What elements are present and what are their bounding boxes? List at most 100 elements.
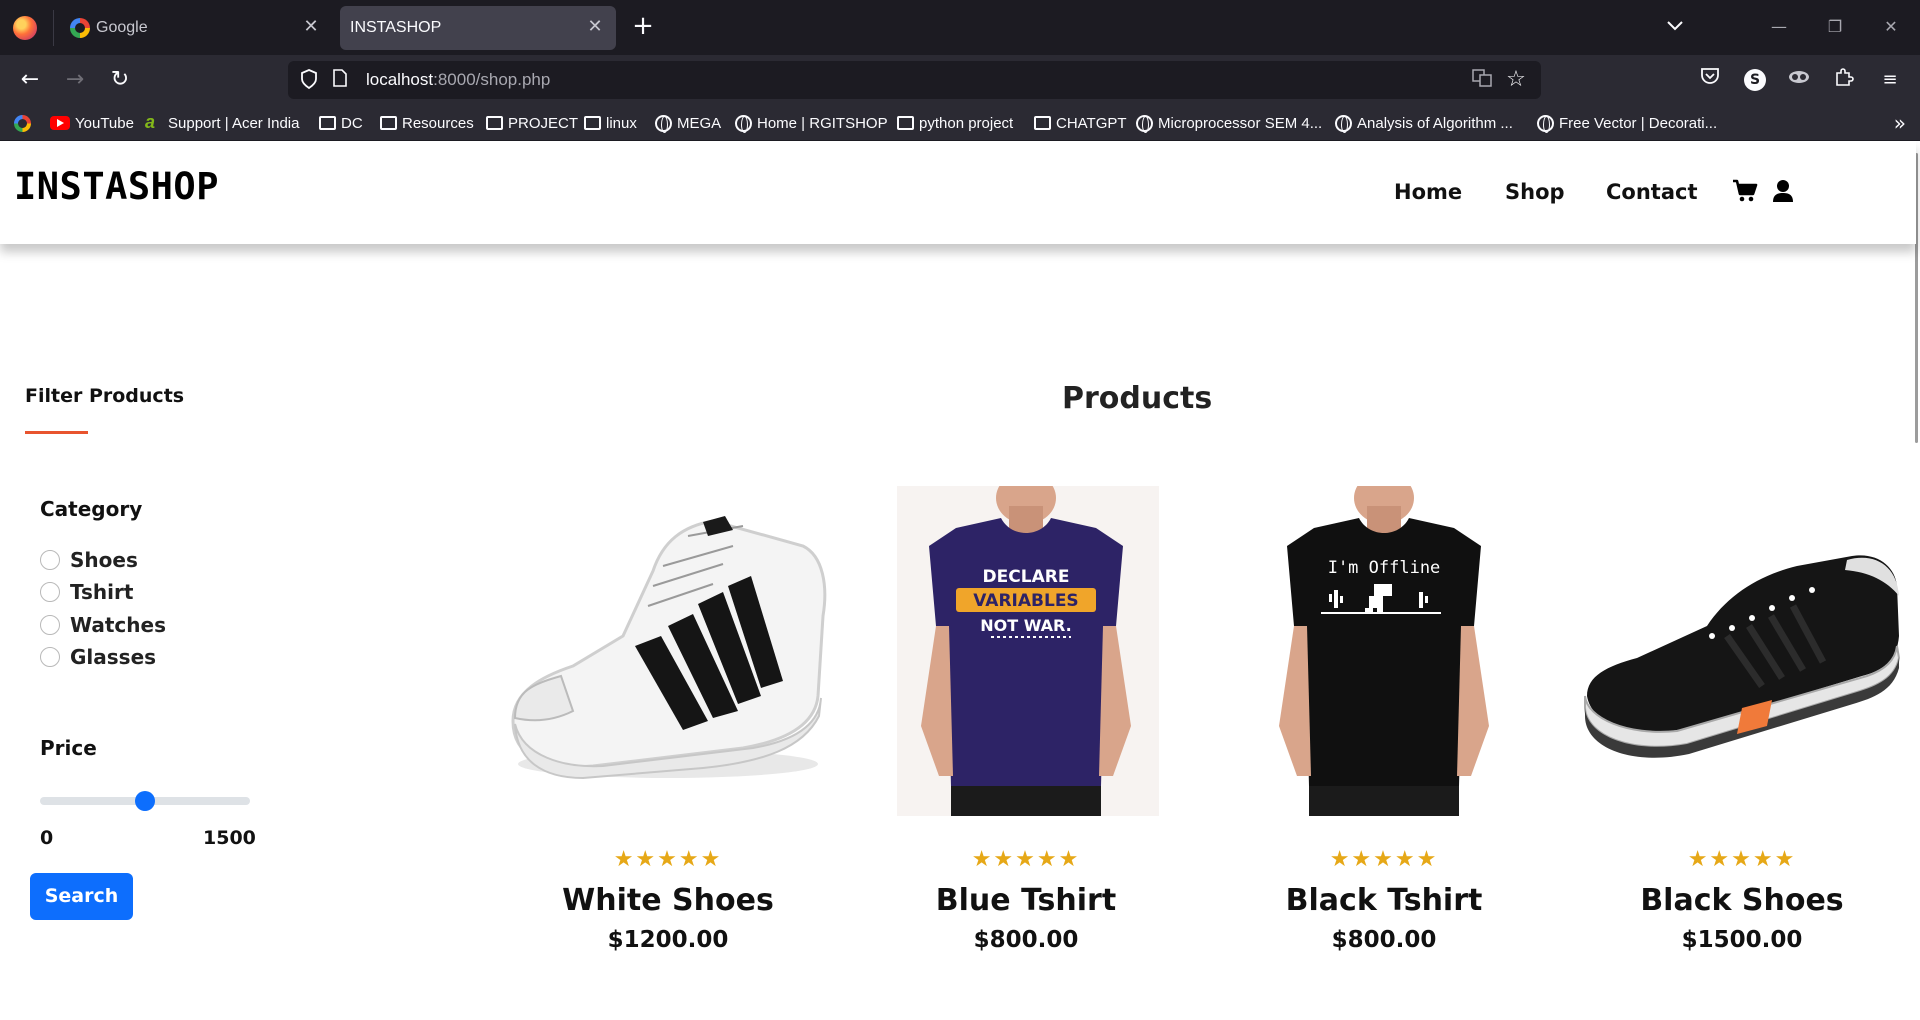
tshirt-print-line3: NOT WAR.	[980, 616, 1071, 635]
folder-icon	[584, 116, 601, 130]
browser-tab-bar: Google ✕ INSTASHOP ✕ + — ❐ ✕	[0, 0, 1920, 55]
product-name[interactable]: Black Shoes	[1577, 883, 1907, 918]
url-path: :8000/shop.php	[433, 70, 551, 89]
product-card-blue-tshirt[interactable]: DECLARE VARIABLES NOT WAR. ★★★★★ Blue Ts…	[861, 486, 1191, 1006]
radio-button[interactable]	[40, 615, 60, 635]
user-icon[interactable]	[1772, 179, 1798, 205]
cart-icon[interactable]	[1732, 179, 1758, 205]
close-tab-google-icon[interactable]: ✕	[300, 16, 322, 38]
bookmark-linux[interactable]: linux	[584, 113, 637, 133]
list-all-tabs-chevron-icon[interactable]	[1662, 14, 1688, 40]
category-option-tshirt[interactable]: Tshirt	[40, 579, 133, 605]
pocket-icon[interactable]	[1697, 67, 1723, 93]
black-sneaker-image[interactable]	[1577, 486, 1907, 816]
url-text[interactable]: localhost:8000/shop.php	[366, 70, 550, 90]
product-name[interactable]: Black Tshirt	[1219, 883, 1549, 918]
site-brand-logo[interactable]: INSTASHOP	[14, 165, 219, 208]
blue-tshirt-image[interactable]: DECLARE VARIABLES NOT WAR.	[861, 486, 1191, 816]
bookmark-label: YouTube	[75, 114, 134, 132]
products-heading: Products	[1062, 381, 1213, 416]
bookmark-label: MEGA	[677, 114, 722, 132]
category-label: Glasses	[70, 645, 157, 669]
category-label: Tshirt	[70, 580, 134, 604]
radio-button[interactable]	[40, 582, 60, 602]
bookmark-algorithm[interactable]: Analysis of Algorithm ...	[1335, 113, 1513, 133]
bookmark-project[interactable]: PROJECT	[486, 113, 578, 133]
price-slider-thumb[interactable]	[135, 791, 155, 811]
globe-icon	[735, 114, 752, 133]
bookmark-youtube[interactable]: YouTube	[50, 113, 134, 133]
bookmark-label: Resources	[402, 114, 474, 132]
bookmark-microprocessor[interactable]: Microprocessor SEM 4...	[1136, 113, 1322, 133]
folder-icon	[486, 116, 503, 130]
bookmark-label: Home | RGITSHOP	[757, 114, 888, 132]
category-title: Category	[40, 497, 143, 521]
restore-window-icon[interactable]: ❐	[1820, 14, 1850, 40]
product-price: $800.00	[973, 927, 1079, 953]
extensions-puzzle-icon[interactable]	[1831, 67, 1857, 93]
extension-mask-icon[interactable]	[1786, 67, 1812, 93]
bookmark-label: Analysis of Algorithm ...	[1357, 114, 1513, 132]
bookmark-mega[interactable]: MEGA	[655, 113, 721, 133]
nav-shop-link[interactable]: Shop	[1505, 180, 1565, 204]
account-avatar-icon[interactable]: S	[1744, 69, 1766, 91]
bookmark-acer[interactable]: a Support | Acer India	[145, 113, 299, 133]
search-button[interactable]: Search	[30, 873, 133, 920]
price-title: Price	[40, 736, 97, 760]
product-name[interactable]: White Shoes	[503, 883, 833, 918]
bookmark-star-icon[interactable]: ☆	[1503, 67, 1529, 93]
translate-icon[interactable]	[1471, 69, 1493, 91]
bookmark-chatgpt[interactable]: CHATGPT	[1034, 113, 1127, 133]
globe-icon	[1136, 114, 1153, 133]
back-arrow-icon[interactable]: ←	[15, 65, 45, 95]
bookmark-label: python project	[919, 114, 1014, 132]
product-card-black-tshirt[interactable]: I'm Offline ★★★★★ Black Tshirt $800.00	[1219, 486, 1549, 1006]
white-sneaker-image[interactable]	[503, 486, 833, 816]
folder-icon	[319, 116, 336, 130]
close-window-icon[interactable]: ✕	[1876, 14, 1906, 40]
page-viewport: INSTASHOP Home Shop Contact Filter Produ…	[0, 141, 1920, 1020]
globe-icon	[655, 114, 672, 133]
bookmark-free-vector[interactable]: Free Vector | Decorati...	[1537, 113, 1717, 133]
folder-icon	[897, 116, 914, 130]
product-name[interactable]: Blue Tshirt	[861, 883, 1191, 918]
radio-button[interactable]	[40, 647, 60, 667]
bookmark-dc[interactable]: DC	[319, 113, 363, 133]
product-card-black-shoes[interactable]: ★★★★★ Black Shoes $1500.00	[1577, 486, 1907, 1006]
bookmark-rgitshop[interactable]: Home | RGITSHOP	[735, 113, 888, 133]
bookmark-google[interactable]	[14, 113, 31, 133]
tab-google[interactable]: Google ✕	[60, 6, 332, 50]
black-tshirt-image[interactable]: I'm Offline	[1219, 486, 1549, 816]
address-bar[interactable]: localhost:8000/shop.php ☆	[288, 61, 1541, 99]
rating-stars: ★★★★★	[971, 847, 1081, 872]
nav-contact-link[interactable]: Contact	[1606, 180, 1698, 204]
tshirt-print-text: I'm Offline	[1328, 558, 1441, 578]
acer-icon: a	[145, 112, 156, 132]
youtube-icon	[50, 116, 70, 130]
tab-instashop-title: INSTASHOP	[350, 19, 442, 36]
bookmark-python-project[interactable]: python project	[897, 113, 1013, 133]
price-range-slider[interactable]	[40, 791, 250, 811]
minimize-window-icon[interactable]: —	[1764, 14, 1794, 40]
reload-icon[interactable]: ↻	[105, 65, 135, 95]
product-price: $1500.00	[1681, 927, 1803, 953]
new-tab-plus-icon[interactable]: +	[630, 13, 656, 40]
bookmarks-overflow-chevron-icon[interactable]: »	[1894, 111, 1906, 135]
page-info-icon[interactable]	[330, 69, 350, 91]
category-option-watches[interactable]: Watches	[40, 612, 166, 638]
forward-arrow-icon[interactable]: →	[60, 65, 90, 95]
close-tab-instashop-icon[interactable]: ✕	[584, 16, 606, 38]
category-option-shoes[interactable]: Shoes	[40, 547, 138, 573]
bookmark-label: PROJECT	[508, 114, 579, 132]
bookmark-label: Free Vector | Decorati...	[1559, 114, 1718, 132]
tab-instashop[interactable]: INSTASHOP ✕	[340, 6, 616, 50]
firefox-logo-icon[interactable]	[13, 16, 37, 40]
bookmark-resources[interactable]: Resources	[380, 113, 474, 133]
hamburger-menu-icon[interactable]: ≡	[1877, 67, 1903, 93]
globe-icon	[1335, 114, 1352, 133]
product-card-white-shoes[interactable]: ★★★★★ White Shoes $1200.00	[503, 486, 833, 1006]
radio-button[interactable]	[40, 550, 60, 570]
tracking-shield-icon[interactable]	[298, 69, 320, 91]
nav-home-link[interactable]: Home	[1394, 180, 1462, 204]
category-option-glasses[interactable]: Glasses	[40, 644, 156, 670]
